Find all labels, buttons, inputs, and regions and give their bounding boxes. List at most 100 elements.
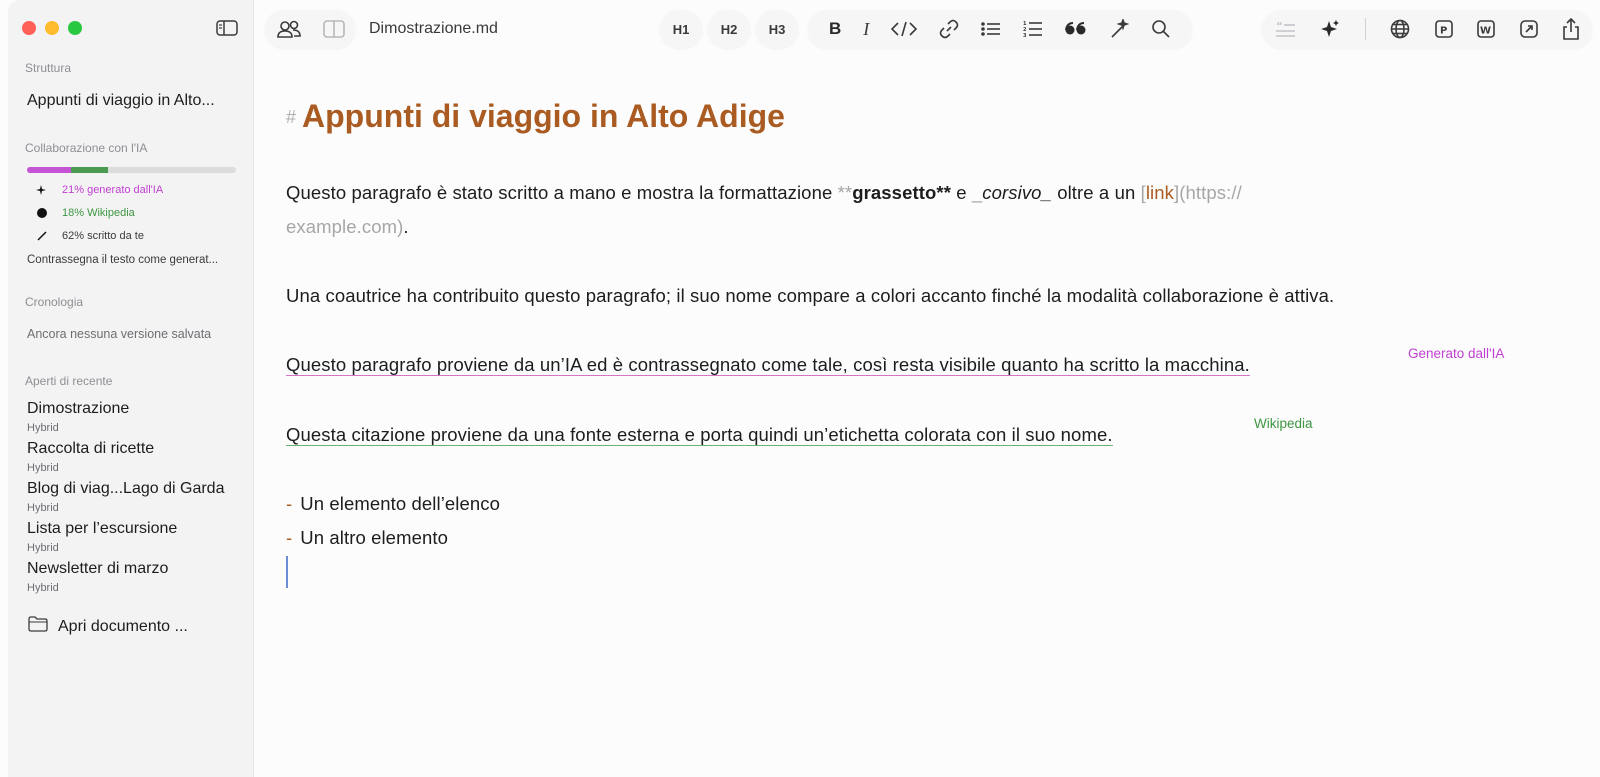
p1-link-url: example.com <box>286 216 398 237</box>
wiki-bar-segment <box>70 167 109 173</box>
list-item-text: Un elemento dell’elenco <box>300 493 501 514</box>
p-icon[interactable]: P <box>1434 10 1453 48</box>
sidebar: Struttura Appunti di viaggio in Alto... … <box>8 0 254 777</box>
recent-item-sub: Hybrid <box>27 582 59 594</box>
paragraph-coauthor[interactable]: Una coautrice ha contribuito questo para… <box>286 285 1334 307</box>
code-icon[interactable] <box>891 10 918 48</box>
history-empty-text: Ancora nessuna versione salvata <box>27 327 212 341</box>
h1-label: H1 <box>672 21 690 37</box>
ai-collab-section-label: Collaborazione con l'IA <box>25 141 148 155</box>
p1-bold-text: grassetto <box>852 182 937 203</box>
p1-italic-text: corsivo <box>982 182 1042 203</box>
p1-bold-marker: ** <box>936 182 951 203</box>
quote-disabled-icon[interactable]: “ <box>1274 10 1296 48</box>
recent-item-title[interactable]: Blog di viag...Lago di Garda <box>27 480 224 498</box>
sidebar-toggle-icon[interactable] <box>216 20 238 36</box>
p1-text: e <box>951 182 972 203</box>
document-heading[interactable]: # Appunti di viaggio in Alto Adige <box>286 98 785 135</box>
dot-icon <box>36 207 48 219</box>
list-bullet: - <box>286 527 293 548</box>
history-section-label: Cronologia <box>25 295 84 309</box>
p1-text: . <box>403 216 409 237</box>
heading-text: Appunti di viaggio in Alto Adige <box>302 98 785 134</box>
numbered-list-icon[interactable]: 123 <box>1023 10 1043 48</box>
recent-section-label: Aperti di recente <box>25 374 113 388</box>
recent-item-title[interactable]: Dimostrazione <box>27 400 129 418</box>
h3-button[interactable]: H3 <box>756 10 798 48</box>
legend-own-label: 62% scritto da te <box>62 230 144 242</box>
recent-item-sub: Hybrid <box>27 422 59 434</box>
italic-icon[interactable]: I <box>863 10 869 48</box>
close-window-button[interactable] <box>22 21 36 35</box>
format-toolbar: B I 123 <box>808 10 1192 48</box>
open-document-button[interactable]: Apri documento ... <box>28 616 188 637</box>
wikipedia-tag: Wikipedia <box>1254 416 1313 431</box>
w-icon[interactable]: W <box>1477 10 1495 48</box>
open-external-icon[interactable] <box>1519 10 1538 48</box>
paragraph-handwritten-cont[interactable]: example.com). <box>286 216 409 238</box>
svg-text:3: 3 <box>1023 33 1027 38</box>
window-controls <box>22 21 82 35</box>
text-cursor <box>286 556 288 588</box>
sparkle-icon <box>36 184 48 196</box>
svg-text:W: W <box>1480 26 1491 37</box>
folder-icon <box>28 616 48 637</box>
bulleted-list-icon[interactable] <box>981 10 1001 48</box>
search-icon[interactable] <box>1151 10 1171 48</box>
h2-button[interactable]: H2 <box>708 10 750 48</box>
toolbar-divider <box>1364 18 1366 40</box>
zoom-window-button[interactable] <box>68 21 82 35</box>
h3-label: H3 <box>768 21 786 37</box>
pencil-icon <box>36 230 48 242</box>
legend-wiki-label: 18% Wikipedia <box>62 207 135 219</box>
h2-label: H2 <box>720 21 738 37</box>
heading-markdown-hash: # <box>286 107 297 127</box>
recent-item-title[interactable]: Raccolta di ricette <box>27 440 154 458</box>
legend-ai-label: 21% generato dall'IA <box>62 184 164 196</box>
p1-link-bracket: ]( <box>1174 182 1186 203</box>
p1-link-url: https:// <box>1185 182 1242 203</box>
minimize-window-button[interactable] <box>45 21 59 35</box>
collab-toolbar-group <box>265 10 355 48</box>
mark-text-as-generated[interactable]: Contrassegna il testo come generat... <box>27 254 218 266</box>
collaborators-button[interactable] <box>276 10 302 48</box>
share-icon[interactable] <box>1562 10 1580 48</box>
legend-ai: 21% generato dall'IA <box>36 184 163 196</box>
p1-italic-marker: _ <box>971 182 983 203</box>
recent-item-sub: Hybrid <box>27 542 59 554</box>
paragraph-wikipedia[interactable]: Questa citazione proviene da una fonte e… <box>286 424 1113 446</box>
bold-icon[interactable]: B <box>829 10 841 48</box>
ai-generated-text: Questo paragrafo proviene da un’IA ed è … <box>286 354 1250 376</box>
sparkle-icon[interactable] <box>1320 10 1340 48</box>
p1-text: oltre a un <box>1051 182 1141 203</box>
document-title: Dimostrazione.md <box>369 20 498 37</box>
paragraph-ai[interactable]: Questo paragrafo proviene da un’IA ed è … <box>286 354 1250 376</box>
p1-text: Questo paragrafo è stato scritto a mano … <box>286 182 838 203</box>
globe-icon[interactable] <box>1390 10 1410 48</box>
p1-bold-marker: ** <box>837 182 853 203</box>
p1-italic-marker: _ <box>1041 182 1052 203</box>
p1-link-text[interactable]: link <box>1146 182 1174 203</box>
ai-contribution-bar <box>27 167 236 173</box>
recent-item-title[interactable]: Newsletter di marzo <box>27 560 168 578</box>
list-item-text: Un altro elemento <box>300 527 448 548</box>
legend-wiki: 18% Wikipedia <box>36 207 135 219</box>
recent-item-sub: Hybrid <box>27 462 59 474</box>
ai-bar-segment <box>27 167 71 173</box>
structure-section-label: Struttura <box>25 61 72 75</box>
list-item[interactable]: - Un elemento dell’elenco <box>286 493 500 515</box>
quote-icon[interactable] <box>1065 10 1087 48</box>
right-toolbar: “ P W <box>1262 10 1592 48</box>
paragraph-handwritten[interactable]: Questo paragrafo è stato scritto a mano … <box>286 182 1242 204</box>
recent-item-title[interactable]: Lista per l’escursione <box>27 520 177 538</box>
ai-generated-tag: Generato dall'IA <box>1408 346 1505 361</box>
list-item[interactable]: - Un altro elemento <box>286 527 448 549</box>
svg-text:P: P <box>1440 26 1447 37</box>
open-document-label: Apri documento ... <box>58 617 188 635</box>
h1-button[interactable]: H1 <box>660 10 702 48</box>
link-icon[interactable] <box>939 10 959 48</box>
structure-item-heading[interactable]: Appunti di viaggio in Alto... <box>27 92 215 110</box>
magic-wand-icon[interactable] <box>1109 10 1130 48</box>
split-view-button[interactable] <box>322 10 345 48</box>
list-bullet: - <box>286 493 293 514</box>
